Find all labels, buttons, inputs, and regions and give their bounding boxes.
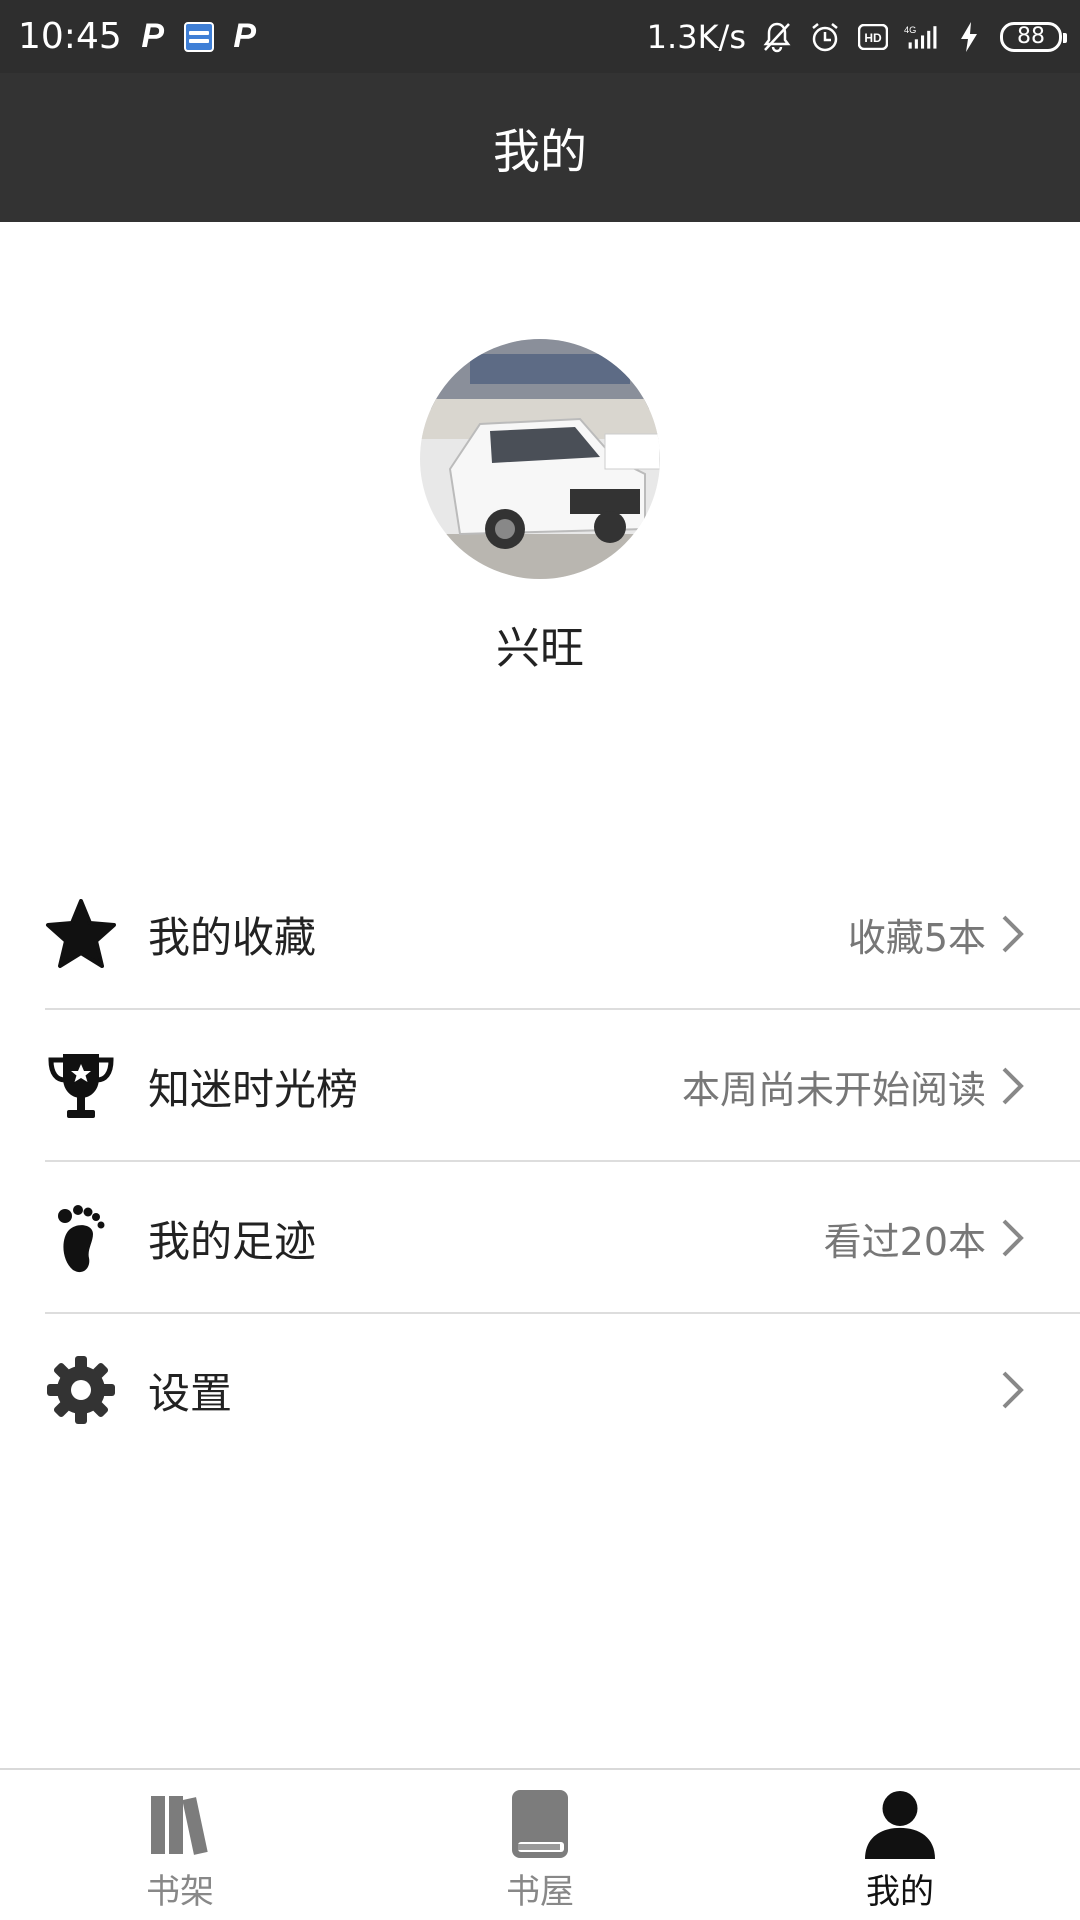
status-time: 10:45	[18, 16, 122, 57]
battery-icon: 88	[1000, 21, 1067, 52]
charging-icon	[952, 20, 986, 54]
bookshelf-icon	[145, 1788, 215, 1860]
mute-bell-icon	[760, 20, 794, 54]
car-app-icon	[183, 21, 214, 52]
menu-list: 我的收藏 收藏5本 知迷时光榜 本周尚未开始阅读 我的足迹 看过20本 设置	[0, 858, 1080, 1466]
status-bar: 10:45 P P 1.3K/s HD 4G 88	[0, 0, 1080, 73]
trophy-icon	[45, 1050, 117, 1122]
chevron-right-icon	[1002, 1371, 1024, 1409]
menu-item-ranking[interactable]: 知迷时光榜 本周尚未开始阅读	[0, 1010, 1080, 1162]
menu-value: 收藏5本	[847, 915, 986, 960]
tab-mine[interactable]: 我的	[720, 1770, 1080, 1920]
menu-value: 本周尚未开始阅读	[681, 1067, 986, 1112]
chevron-right-icon	[1002, 1067, 1024, 1105]
book-icon	[505, 1788, 575, 1860]
chevron-right-icon	[1002, 915, 1024, 953]
user-icon	[865, 1788, 935, 1860]
4g-signal-icon: 4G	[904, 20, 938, 54]
menu-label: 设置	[148, 1368, 233, 1418]
menu-item-favorites[interactable]: 我的收藏 收藏5本	[0, 858, 1080, 1010]
gear-icon	[45, 1354, 117, 1426]
network-speed: 1.3K/s	[646, 17, 746, 56]
menu-label: 我的收藏	[148, 912, 317, 962]
menu-label: 知迷时光榜	[148, 1064, 359, 1114]
star-icon	[45, 898, 117, 970]
menu-item-settings[interactable]: 设置	[0, 1314, 1080, 1466]
svg-text:4G: 4G	[904, 25, 916, 35]
menu-item-history[interactable]: 我的足迹 看过20本	[0, 1162, 1080, 1314]
svg-text:HD: HD	[864, 31, 882, 45]
tab-label: 书架	[146, 1872, 214, 1912]
hd-icon: HD	[856, 20, 890, 54]
page-title: 我的	[493, 125, 587, 180]
footprint-icon	[45, 1202, 117, 1274]
avatar[interactable]	[420, 339, 660, 579]
avatar-image	[420, 339, 660, 579]
alarm-icon	[808, 20, 842, 54]
profile-section: 兴旺	[0, 222, 1080, 862]
tab-bookshelf[interactable]: 书架	[0, 1770, 360, 1920]
battery-level: 88	[1017, 24, 1045, 49]
p-app-icon: P	[141, 17, 165, 55]
username: 兴旺	[496, 623, 584, 674]
tab-label: 书屋	[506, 1872, 574, 1912]
header: 我的	[0, 73, 1080, 222]
tab-label: 我的	[866, 1872, 934, 1912]
menu-value: 看过20本	[823, 1219, 986, 1264]
bottom-tab-bar: 书架 书屋 我的	[0, 1768, 1080, 1920]
chevron-right-icon	[1002, 1219, 1024, 1257]
p-app-icon: P	[233, 17, 257, 55]
menu-label: 我的足迹	[148, 1216, 317, 1266]
tab-bookstore[interactable]: 书屋	[360, 1770, 720, 1920]
